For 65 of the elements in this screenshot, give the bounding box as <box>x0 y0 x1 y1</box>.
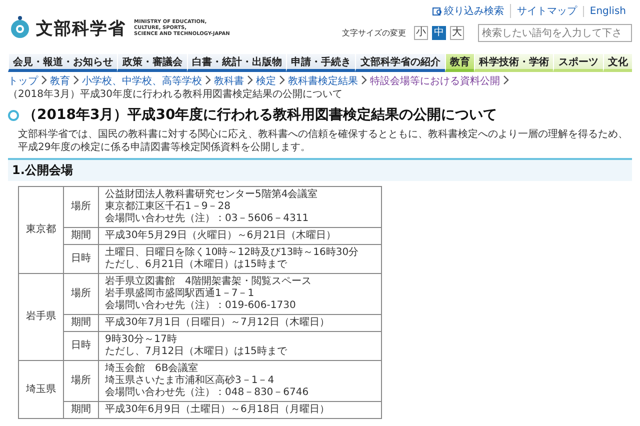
nav-tab[interactable]: 教育 <box>444 54 474 72</box>
row-label: 場所 <box>71 201 91 212</box>
nav-tab[interactable]: 文部科学省の紹介 <box>355 54 445 72</box>
venue-detail: 平成30年5月29日（火曜日）～6月21日（木曜日） <box>105 230 337 242</box>
title-bullet-icon <box>8 110 19 120</box>
chevron-icon <box>246 75 254 85</box>
nav-tab[interactable]: 申請・手続き <box>286 54 356 72</box>
venue-detail: 会場問い合わせ先（注）：048－830－6746 <box>105 387 310 399</box>
chevron-icon <box>360 75 368 85</box>
breadcrumb-current: （2018年3月）平成30年度に行われる教科用図書検定結果の公開について <box>8 88 343 101</box>
chevron-icon <box>72 75 80 85</box>
venue-detail: 東京都江東区千石1－9－28 <box>105 201 232 212</box>
row-label: 期間 <box>71 404 91 415</box>
breadcrumb-link[interactable]: 教科書検定結果 <box>288 76 358 87</box>
intro-paragraph: 文部科学省では、国民の教科書に対する関心に応え、教科書への信頼を確保するとともに、教科書検定へのより一層の理解を得るため、平成29年度の検定に係る申請図書等検定関係資料を公開します。 <box>18 128 629 154</box>
row-label: 日時 <box>71 340 91 351</box>
nav-tab[interactable]: 会見・報道・お知らせ <box>8 54 118 72</box>
venue-detail: 9時30分～17時 <box>105 334 178 346</box>
font-size-button[interactable]: 小 <box>414 26 428 40</box>
row-label: 場所 <box>71 288 91 299</box>
nav-tab[interactable]: 文化 <box>602 54 632 72</box>
font-size-button[interactable]: 中 <box>432 26 446 40</box>
section-heading: 1.公開会場 <box>8 158 632 181</box>
font-size-label: 文字サイズの変更 <box>342 28 406 39</box>
logo-text[interactable]: 文部科学省 <box>36 16 126 40</box>
nav-tab[interactable]: 科学技術・学術 <box>474 54 554 72</box>
venue-detail: ただし、7月12日（木曜日）は15時まで <box>105 346 288 358</box>
chevron-icon <box>204 75 212 85</box>
header-link[interactable]: サイトマップ <box>510 4 583 18</box>
header-link[interactable]: 絞り込み検索 <box>426 4 510 18</box>
venue-detail: 平成30年7月1日（日曜日）～7月12日（木曜日） <box>105 317 331 329</box>
row-label: 期間 <box>71 317 91 328</box>
venue-detail: 岩手県立図書館 4階開架書架・閲覧スペース <box>105 276 312 288</box>
ministry-logo-icon[interactable] <box>8 16 32 40</box>
chevron-icon <box>502 75 510 85</box>
breadcrumb-link[interactable]: 教科書 <box>214 76 244 87</box>
row-label: 日時 <box>71 253 91 264</box>
row-label: 期間 <box>71 230 91 241</box>
prefecture-label: 埼玉県 <box>26 384 56 394</box>
breadcrumb-link[interactable]: 教育 <box>50 76 70 87</box>
venue-detail: 岩手県盛岡市盛岡駅西通1－7－1 <box>105 288 256 300</box>
chevron-icon <box>40 75 48 85</box>
page-title: （2018年3月）平成30年度に行われる教科用図書検定結果の公開について <box>23 106 498 124</box>
search-field[interactable]: 検索したい語句を入力して下さ <box>478 24 632 42</box>
venue-detail: 会場問い合わせ先（注）：03－5606－4311 <box>105 213 310 225</box>
nav-tab[interactable]: スポーツ <box>553 54 603 72</box>
breadcrumb-link[interactable]: 検定 <box>256 76 276 87</box>
venue-detail: 埼玉会館 6B会議室 <box>105 363 200 374</box>
header-link[interactable]: English <box>582 6 632 16</box>
venue-detail: 公益財団法人教科書研究センター5階第4会議室 <box>105 189 319 200</box>
venue-detail: 会場問い合わせ先（注）：019-606-1730 <box>105 300 297 312</box>
prefecture-label: 東京都 <box>26 224 56 235</box>
prefecture-label: 岩手県 <box>26 311 56 322</box>
nav-tab[interactable]: 白書・統計・出版物 <box>186 54 286 72</box>
breadcrumb-link[interactable]: 小学校、中学校、高等学校 <box>82 76 202 87</box>
breadcrumb-link[interactable]: 特設会場等における資料公開 <box>370 76 500 87</box>
breadcrumb-link[interactable]: トップ <box>8 76 38 87</box>
venue-detail: 平成30年6月9日（土曜日）～6月18日（月曜日） <box>105 404 331 416</box>
nav-tab[interactable]: 政策・審議会 <box>117 54 187 72</box>
row-label: 場所 <box>71 375 91 386</box>
venue-detail: ただし、6月21日（木曜日）は15時まで <box>105 259 288 271</box>
venue-detail: 土曜日、日曜日を除く10時～12時及び13時～16時30分 <box>105 247 360 258</box>
chevron-icon <box>278 75 286 85</box>
venue-detail: 埼玉県さいたま市浦和区高砂3－1－4 <box>105 375 276 386</box>
font-size-button[interactable]: 大 <box>450 26 464 40</box>
